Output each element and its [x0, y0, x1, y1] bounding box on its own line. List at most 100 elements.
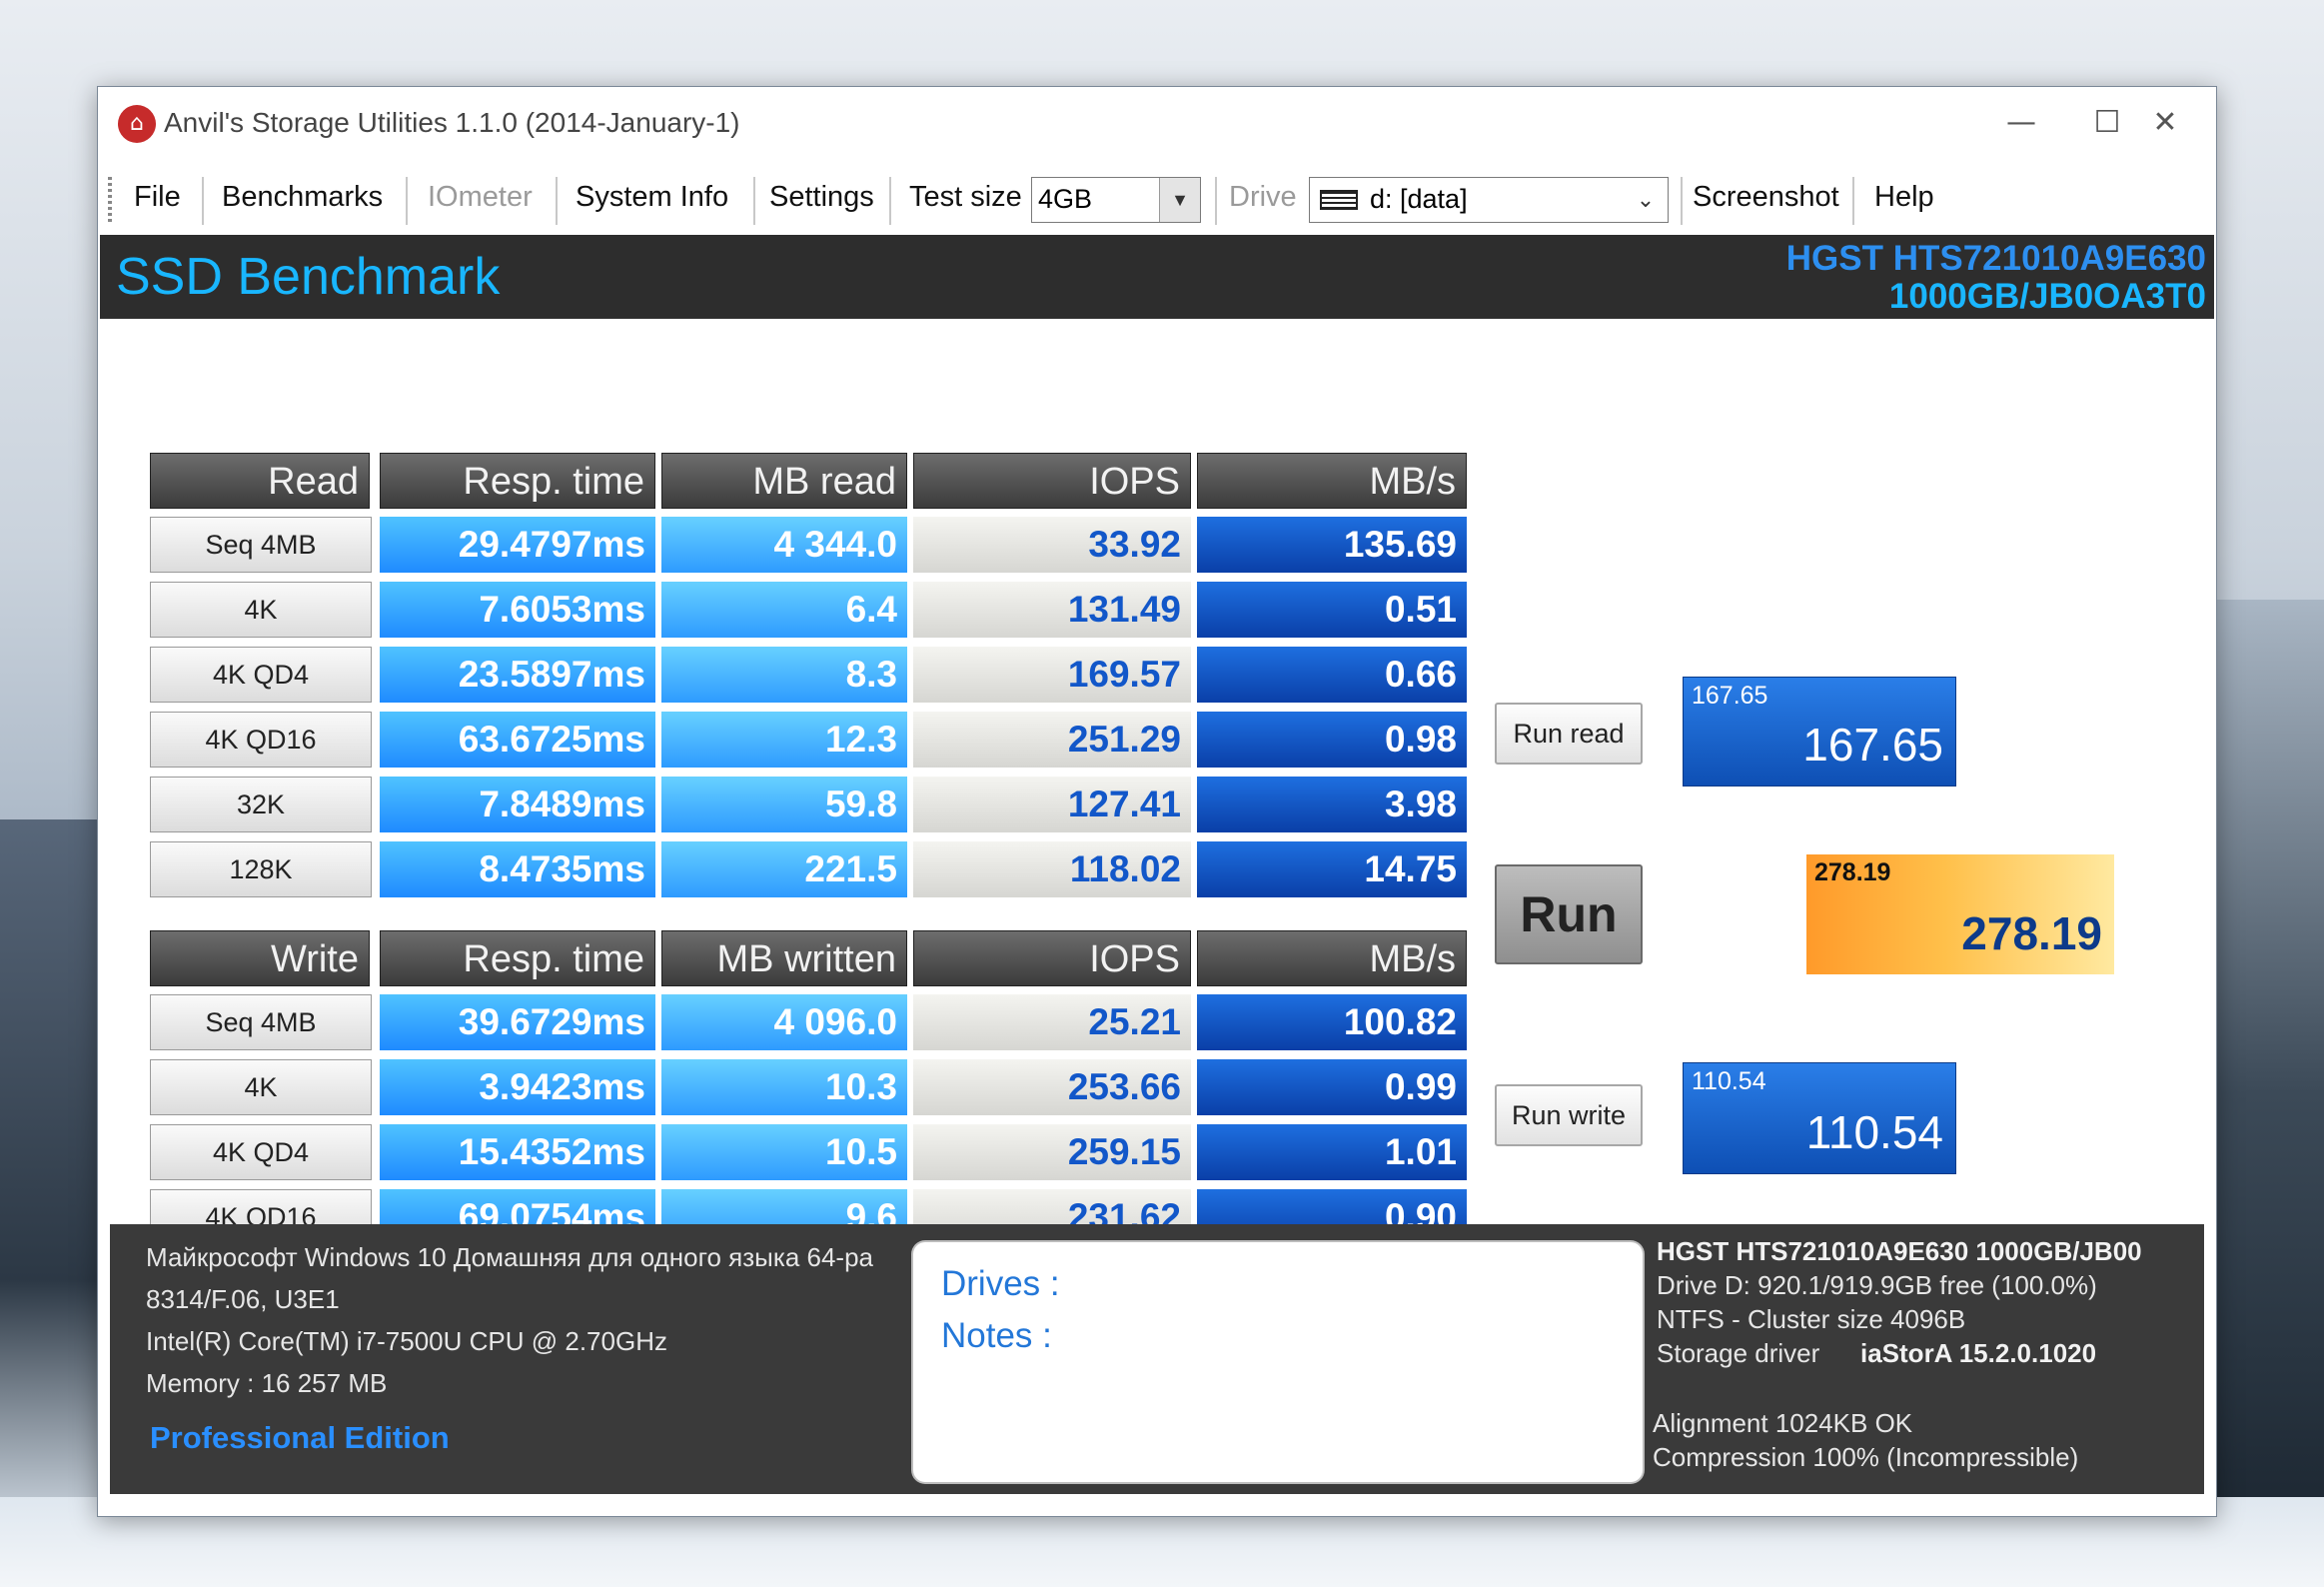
read-header-mb: MB read — [661, 453, 907, 509]
menu-separator — [202, 177, 204, 225]
title-bar[interactable]: ⌂ Anvil's Storage Utilities 1.1.0 (2014-… — [98, 87, 2216, 167]
read-score: 167.65 167.65 — [1683, 677, 1956, 787]
write-resp-time: 39.6729ms — [380, 994, 655, 1050]
read-resp-time: 7.8489ms — [380, 777, 655, 832]
toolbar-grip[interactable] — [108, 177, 112, 225]
write-mbs: 0.99 — [1197, 1059, 1467, 1115]
write-iops: 253.66 — [913, 1059, 1191, 1115]
write-iops: 259.15 — [913, 1124, 1191, 1180]
write-score-small: 110.54 — [1692, 1067, 1766, 1095]
drive-value: d: [data] — [1370, 184, 1468, 214]
write-mb-written: 10.3 — [661, 1059, 907, 1115]
write-header-mbs: MB/s — [1197, 930, 1467, 986]
total-score: 278.19 278.19 — [1806, 854, 2114, 974]
menu-separator — [556, 177, 558, 225]
menu-benchmarks[interactable]: Benchmarks — [222, 181, 383, 214]
close-button[interactable]: ✕ — [2120, 97, 2210, 149]
minimize-button[interactable]: — — [1976, 97, 2066, 149]
read-row-label: 4K QD16 — [150, 712, 372, 768]
read-mb-read: 6.4 — [661, 582, 907, 638]
read-header-mbs: MB/s — [1197, 453, 1467, 509]
menu-separator — [1681, 177, 1683, 225]
alignment-info: Alignment 1024KB OK — [1653, 1408, 1913, 1438]
read-header-test: Read — [150, 453, 370, 509]
read-resp-time: 29.4797ms — [380, 517, 655, 573]
drive-filesystem: NTFS - Cluster size 4096B — [1657, 1304, 1966, 1334]
anvil-app-icon: ⌂ — [118, 105, 156, 143]
drive-select[interactable]: d: [data] ⌄ — [1309, 177, 1669, 223]
write-mb-written: 10.5 — [661, 1124, 907, 1180]
read-mb-read: 221.5 — [661, 841, 907, 897]
read-resp-time: 7.6053ms — [380, 582, 655, 638]
read-mb-read: 4 344.0 — [661, 517, 907, 573]
read-resp-time: 8.4735ms — [380, 841, 655, 897]
write-header-mb: MB written — [661, 930, 907, 986]
drive-info-panel: HGST HTS721010A9E630 1000GB/JB00 Drive D… — [110, 1224, 2204, 1494]
write-mb-written: 4 096.0 — [661, 994, 907, 1050]
read-iops: 169.57 — [913, 647, 1191, 703]
write-iops: 25.21 — [913, 994, 1191, 1050]
read-mb-read: 8.3 — [661, 647, 907, 703]
menu-separator — [1852, 177, 1854, 225]
read-iops: 251.29 — [913, 712, 1191, 768]
write-score-value: 110.54 — [1805, 1106, 1943, 1158]
chevron-down-icon[interactable]: ⌄ — [1630, 178, 1662, 222]
read-header-iops: IOPS — [913, 453, 1191, 509]
run-read-button[interactable]: Run read — [1495, 703, 1643, 765]
read-resp-time: 63.6725ms — [380, 712, 655, 768]
results-panel: Read Resp. time MB read IOPS MB/s Seq 4M… — [100, 319, 2214, 1245]
read-row-label: Seq 4MB — [150, 517, 372, 573]
write-row-label: 4K QD4 — [150, 1124, 372, 1180]
read-score-small: 167.65 — [1692, 682, 1768, 710]
menu-file[interactable]: File — [134, 181, 181, 214]
menu-separator — [406, 177, 408, 225]
menu-bar: File Benchmarks IOmeter System Info Sett… — [98, 167, 2216, 235]
read-mbs: 0.66 — [1197, 647, 1467, 703]
drive-model-line1: HGST HTS721010A9E630 — [1785, 239, 2206, 278]
write-resp-time: 3.9423ms — [380, 1059, 655, 1115]
hard-drive-icon — [1320, 190, 1358, 210]
read-row-label: 4K — [150, 582, 372, 638]
write-row-label: 4K — [150, 1059, 372, 1115]
read-iops: 131.49 — [913, 582, 1191, 638]
total-score-small: 278.19 — [1814, 858, 1891, 886]
info-footer: Майкрософт Windows 10 Домашняя для одног… — [110, 1224, 2204, 1494]
test-size-select[interactable]: 4GB ▼ — [1031, 177, 1201, 223]
total-score-value: 278.19 — [1961, 907, 2102, 959]
page-title: SSD Benchmark — [116, 248, 501, 306]
run-write-button[interactable]: Run write — [1495, 1084, 1643, 1146]
menu-settings[interactable]: Settings — [769, 181, 874, 214]
drive-free-space: Drive D: 920.1/919.9GB free (100.0%) — [1657, 1270, 2097, 1300]
menu-system-info[interactable]: System Info — [576, 181, 728, 214]
app-window: ⌂ Anvil's Storage Utilities 1.1.0 (2014-… — [97, 86, 2217, 1517]
write-row-label: Seq 4MB — [150, 994, 372, 1050]
dropdown-arrow-icon[interactable]: ▼ — [1159, 178, 1200, 222]
menu-help[interactable]: Help — [1874, 181, 1934, 214]
read-mbs: 3.98 — [1197, 777, 1467, 832]
read-mbs: 135.69 — [1197, 517, 1467, 573]
read-header-resp: Resp. time — [380, 453, 655, 509]
read-iops: 33.92 — [913, 517, 1191, 573]
desktop-background-left — [0, 819, 110, 1587]
read-row-label: 32K — [150, 777, 372, 832]
drive-model-line2: 1000GB/JB0OA3T0 — [1888, 277, 2206, 316]
read-resp-time: 23.5897ms — [380, 647, 655, 703]
write-mbs: 100.82 — [1197, 994, 1467, 1050]
read-iops: 118.02 — [913, 841, 1191, 897]
read-mb-read: 12.3 — [661, 712, 907, 768]
read-row-label: 128K — [150, 841, 372, 897]
menu-screenshot[interactable]: Screenshot — [1693, 181, 1839, 214]
write-header-test: Write — [150, 930, 370, 986]
read-iops: 127.41 — [913, 777, 1191, 832]
storage-driver-label: Storage driver — [1657, 1338, 1820, 1368]
benchmark-header: SSD Benchmark HGST HTS721010A9E630 1000G… — [100, 235, 2214, 319]
run-button[interactable]: Run — [1495, 864, 1643, 964]
read-score-value: 167.65 — [1802, 719, 1943, 771]
menu-separator — [889, 177, 891, 225]
write-header-iops: IOPS — [913, 930, 1191, 986]
write-header-resp: Resp. time — [380, 930, 655, 986]
menu-iometer[interactable]: IOmeter — [428, 181, 533, 214]
desktop-background-right — [2214, 600, 2324, 1587]
write-resp-time: 15.4352ms — [380, 1124, 655, 1180]
menu-separator — [1215, 177, 1217, 225]
